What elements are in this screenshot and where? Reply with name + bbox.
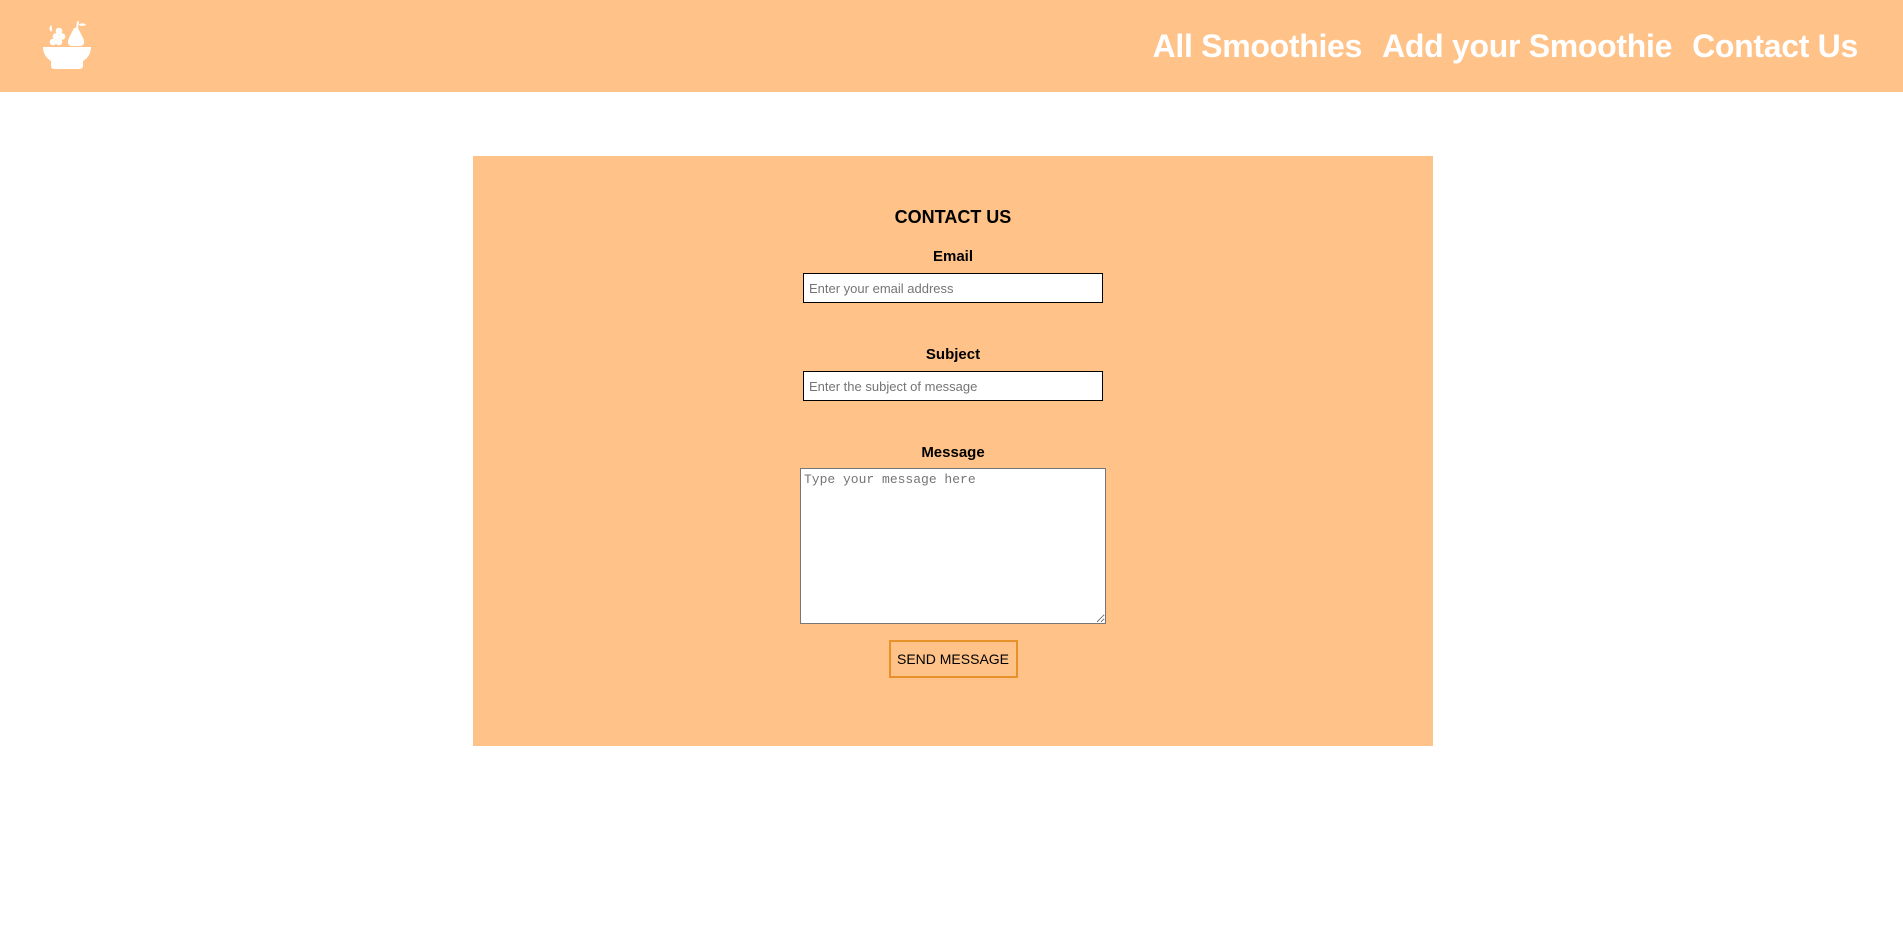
nav-contact-us[interactable]: Contact Us bbox=[1692, 28, 1858, 65]
message-label: Message bbox=[921, 444, 985, 461]
contact-form-panel: CONTACT US Email Subject Message SEND ME… bbox=[473, 156, 1433, 746]
email-label: Email bbox=[932, 248, 974, 265]
top-navbar: All Smoothies Add your Smoothie Contact … bbox=[0, 0, 1903, 92]
send-message-button[interactable]: SEND MESSAGE bbox=[888, 640, 1018, 678]
nav-add-smoothie[interactable]: Add your Smoothie bbox=[1382, 28, 1672, 65]
fruit-bowl-icon[interactable] bbox=[41, 20, 93, 72]
email-field[interactable] bbox=[803, 273, 1103, 303]
subject-field[interactable] bbox=[803, 371, 1103, 401]
main-nav: All Smoothies Add your Smoothie Contact … bbox=[1153, 28, 1859, 65]
nav-all-smoothies[interactable]: All Smoothies bbox=[1153, 28, 1363, 65]
message-textarea[interactable] bbox=[800, 468, 1106, 624]
subject-label: Subject bbox=[925, 346, 981, 363]
contact-form-title: CONTACT US bbox=[894, 207, 1012, 227]
